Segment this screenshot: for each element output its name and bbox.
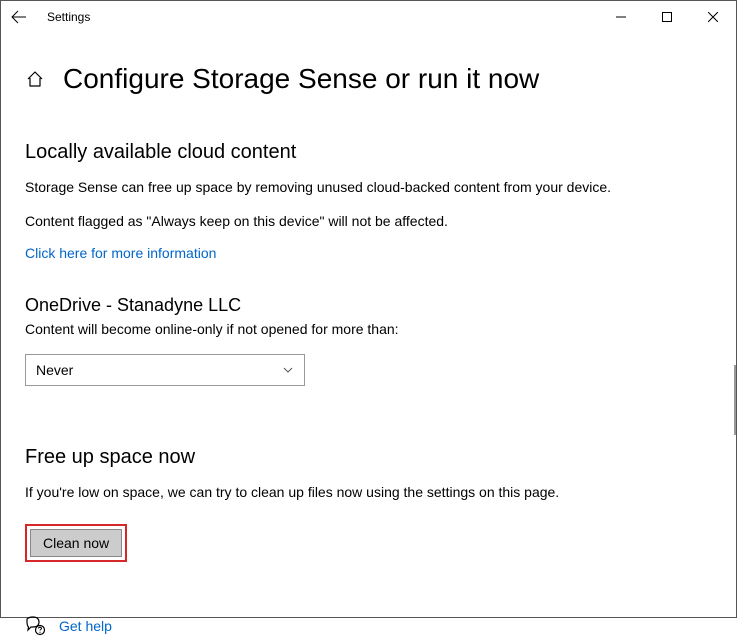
onedrive-description: Content will become online-only if not o… [25,320,712,340]
freeup-description: If you're low on space, we can try to cl… [25,483,712,503]
maximize-icon [662,12,672,22]
cloud-description-1: Storage Sense can free up space by remov… [25,178,712,198]
cloud-description-2: Content flagged as "Always keep on this … [25,212,712,232]
close-button[interactable] [690,1,736,33]
app-title: Settings [47,10,90,24]
chevron-down-icon [282,364,294,376]
page-title: Configure Storage Sense or run it now [63,63,539,95]
more-info-link[interactable]: Click here for more information [25,245,216,261]
back-arrow-icon [11,9,27,25]
get-help-link[interactable]: Get help [59,618,112,634]
home-button[interactable] [25,69,45,89]
close-icon [708,12,718,22]
minimize-icon [616,12,626,22]
titlebar: Settings [1,1,736,33]
minimize-button[interactable] [598,1,644,33]
home-icon [26,70,44,88]
freeup-heading: Free up space now [25,446,712,469]
dropdown-selected-value: Never [36,362,73,378]
highlight-box: Clean now [25,524,127,562]
onedrive-period-dropdown[interactable]: Never [25,354,305,386]
back-button[interactable] [11,9,27,25]
cloud-content-heading: Locally available cloud content [25,141,712,164]
clean-now-button[interactable]: Clean now [30,529,122,557]
onedrive-heading: OneDrive - Stanadyne LLC [25,295,712,316]
scrollbar[interactable] [734,365,736,435]
help-icon [25,616,45,636]
maximize-button[interactable] [644,1,690,33]
